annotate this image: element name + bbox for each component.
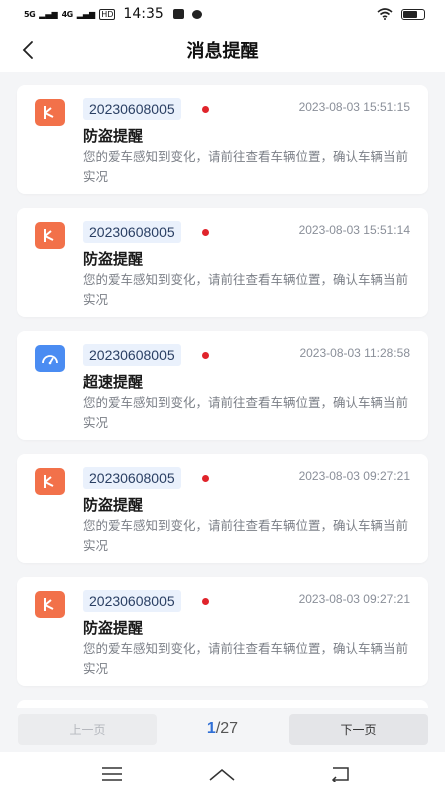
unread-dot (202, 229, 209, 236)
theft-alert-icon (35, 99, 65, 126)
unread-dot (202, 352, 209, 359)
message-time: 2023-08-03 09:27:21 (298, 469, 410, 483)
current-page: 1 (206, 720, 216, 737)
battery-icon (401, 8, 425, 20)
message-title: 防盗提醒 (83, 250, 144, 268)
signal-bars-icon: ▂▄▆ (76, 9, 96, 19)
device-code-tag: 20230608005 (83, 221, 181, 243)
device-code-tag: 20230608005 (83, 590, 181, 612)
status-left: 5G ▂▄▆ 4G ▂▄▆ HD 14:35 (24, 6, 202, 22)
speedometer-icon (35, 345, 65, 372)
header: 消息提醒 (0, 28, 445, 72)
menu-icon (102, 767, 122, 781)
message-title: 防盗提醒 (83, 619, 144, 637)
message-description: 您的爱车感知到变化，请前往查看车辆位置，确认车辆当前实况 (83, 395, 409, 430)
theft-alert-icon (35, 468, 65, 495)
message-card-partial[interactable] (17, 700, 428, 708)
message-description: 您的爱车感知到变化，请前往查看车辆位置，确认车辆当前实况 (83, 149, 409, 184)
message-time: 2023-08-03 09:27:21 (298, 592, 410, 606)
message-time: 2023-08-03 15:51:15 (298, 100, 410, 114)
device-code-tag: 20230608005 (83, 98, 181, 120)
message-title: 防盗提醒 (83, 496, 144, 514)
message-card[interactable]: 20230608005 2023-08-03 09:27:21 防盗提醒 您的爱… (17, 577, 428, 686)
message-title: 防盗提醒 (83, 127, 144, 145)
device-code-tag: 20230608005 (83, 467, 181, 489)
message-card[interactable]: 20230608005 2023-08-03 11:28:58 超速提醒 您的爱… (17, 331, 428, 440)
message-card[interactable]: 20230608005 2023-08-03 15:51:15 防盗提醒 您的爱… (17, 85, 428, 194)
media-app-icon (172, 9, 184, 19)
message-time: 2023-08-03 11:28:58 (299, 346, 410, 360)
message-card[interactable]: 20230608005 2023-08-03 15:51:14 防盗提醒 您的爱… (17, 208, 428, 317)
chevron-left-icon (22, 41, 33, 59)
page-title: 消息提醒 (186, 41, 259, 62)
total-pages: /27 (215, 720, 239, 737)
next-page-button[interactable]: 下一页 (289, 714, 428, 745)
message-title: 超速提醒 (83, 373, 144, 391)
unread-dot (202, 106, 209, 113)
back-button[interactable] (14, 36, 42, 64)
menu-button[interactable] (98, 762, 126, 786)
back-nav-button[interactable] (325, 762, 353, 786)
message-description: 您的爱车感知到变化，请前往查看车辆位置，确认车辆当前实况 (83, 641, 409, 676)
back-arrow-icon (331, 767, 349, 782)
unread-dot (202, 475, 209, 482)
message-list[interactable]: 20230608005 2023-08-03 15:51:15 防盗提醒 您的爱… (0, 72, 445, 708)
status-right (377, 8, 425, 20)
theft-alert-icon (35, 591, 65, 618)
wifi-icon (377, 8, 393, 20)
message-card[interactable]: 20230608005 2023-08-03 09:27:21 防盗提醒 您的爱… (17, 454, 428, 563)
chat-bubble-icon (191, 9, 202, 19)
signal-bars-icon: ▂▄▆ (39, 9, 58, 19)
signal-5g-label: 5G (24, 9, 36, 19)
home-icon (209, 769, 235, 781)
theft-alert-icon (35, 222, 65, 249)
unread-dot (202, 598, 209, 605)
message-description: 您的爱车感知到变化，请前往查看车辆位置，确认车辆当前实况 (83, 518, 409, 553)
system-nav-bar (0, 752, 445, 795)
status-bar: 5G ▂▄▆ 4G ▂▄▆ HD 14:35 (0, 0, 445, 28)
home-button[interactable] (208, 762, 236, 786)
message-time: 2023-08-03 15:51:14 (298, 223, 410, 237)
hd-badge: HD (99, 8, 116, 20)
signal-4g-label: 4G (61, 9, 74, 19)
status-time: 14:35 (123, 6, 164, 22)
message-description: 您的爱车感知到变化，请前往查看车辆位置，确认车辆当前实况 (83, 272, 409, 307)
device-code-tag: 20230608005 (83, 344, 181, 366)
pagination-bar: 上一页 1/27 下一页 (0, 708, 445, 752)
